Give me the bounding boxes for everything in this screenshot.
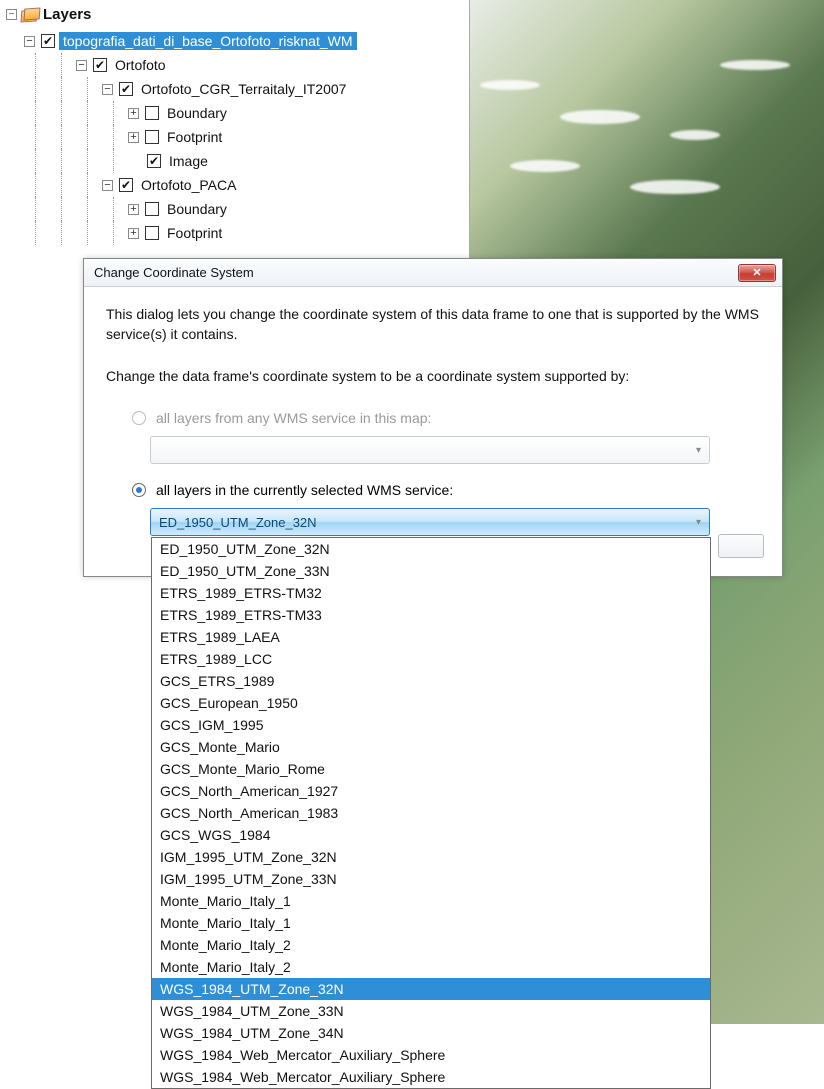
expand-toggle[interactable]: + [128,228,139,239]
radio-selected-service[interactable] [132,483,146,497]
dialog-title: Change Coordinate System [94,265,738,280]
expand-toggle[interactable]: + [128,204,139,215]
crs-option[interactable]: WGS_1984_UTM_Zone_32N [152,978,710,1000]
crs-option[interactable]: ETRS_1989_ETRS-TM32 [152,582,710,604]
layer-paca-footprint[interactable]: Footprint [163,224,226,242]
expand-toggle[interactable]: − [24,36,35,47]
crs-option[interactable]: Monte_Mario_Italy_2 [152,956,710,978]
expand-toggle[interactable]: − [102,84,113,95]
layer-paca-boundary[interactable]: Boundary [163,200,231,218]
crs-dropdown[interactable]: ED_1950_UTM_Zone_32NED_1950_UTM_Zone_33N… [151,537,711,1089]
crs-option[interactable]: GCS_Monte_Mario_Rome [152,758,710,780]
layer-footprint[interactable]: Footprint [163,128,226,146]
layer-checkbox[interactable] [93,58,107,72]
label-all-services: all layers from any WMS service in this … [156,410,431,426]
layer-ortofoto[interactable]: Ortofoto [111,56,170,74]
expand-toggle[interactable]: + [128,108,139,119]
combo-value: ED_1950_UTM_Zone_32N [159,515,317,530]
dialog-prompt: Change the data frame's coordinate syste… [106,368,760,384]
chevron-down-icon: ▾ [696,445,701,456]
expand-toggle[interactable]: − [102,180,113,191]
crs-option[interactable]: GCS_North_American_1927 [152,780,710,802]
dialog-intro: This dialog lets you change the coordina… [106,305,760,344]
crs-option[interactable]: ETRS_1989_ETRS-TM33 [152,604,710,626]
layer-checkbox[interactable] [41,34,55,48]
change-crs-dialog: Change Coordinate System ✕ This dialog l… [83,258,783,577]
combo-selected-service[interactable]: ED_1950_UTM_Zone_32N ▾ ED_1950_UTM_Zone_… [150,508,710,536]
crs-option[interactable]: ETRS_1989_LAEA [152,626,710,648]
label-selected-service: all layers in the currently selected WMS… [156,482,453,498]
radio-all-services [132,411,146,425]
crs-option[interactable]: GCS_WGS_1984 [152,824,710,846]
crs-option[interactable]: ED_1950_UTM_Zone_33N [152,560,710,582]
expand-toggle[interactable]: − [76,60,87,71]
dialog-button-edge[interactable] [718,534,764,558]
layers-title: Layers [43,6,91,23]
crs-option[interactable]: GCS_North_American_1983 [152,802,710,824]
combo-all-services: ▾ [150,436,710,464]
crs-option[interactable]: Monte_Mario_Italy_2 [152,934,710,956]
crs-option[interactable]: GCS_Monte_Mario [152,736,710,758]
crs-option[interactable]: WGS_1984_UTM_Zone_34N [152,1022,710,1044]
chevron-down-icon: ▾ [696,517,701,528]
crs-option[interactable]: GCS_IGM_1995 [152,714,710,736]
layer-root[interactable]: topografia_dati_di_base_Ortofoto_risknat… [59,32,357,50]
layer-boundary[interactable]: Boundary [163,104,231,122]
crs-option[interactable]: GCS_ETRS_1989 [152,670,710,692]
crs-option[interactable]: WGS_1984_UTM_Zone_33N [152,1000,710,1022]
layers-icon [21,8,39,22]
crs-option[interactable]: Monte_Mario_Italy_1 [152,890,710,912]
layer-checkbox[interactable] [145,106,159,120]
layer-tree: − topografia_dati_di_base_Ortofoto_riskn… [0,29,469,245]
layer-paca[interactable]: Ortofoto_PACA [137,176,240,194]
layer-checkbox[interactable] [145,226,159,240]
layer-checkbox[interactable] [119,82,133,96]
crs-option[interactable]: ED_1950_UTM_Zone_32N [152,538,710,560]
crs-option[interactable]: IGM_1995_UTM_Zone_33N [152,868,710,890]
close-button[interactable]: ✕ [738,264,776,282]
layer-checkbox[interactable] [147,154,161,168]
crs-option[interactable]: ETRS_1989_LCC [152,648,710,670]
layer-checkbox[interactable] [145,130,159,144]
layers-collapse-toggle[interactable]: − [6,9,17,20]
layer-checkbox[interactable] [119,178,133,192]
crs-option[interactable]: Monte_Mario_Italy_1 [152,912,710,934]
crs-option[interactable]: IGM_1995_UTM_Zone_32N [152,846,710,868]
expand-toggle[interactable]: + [128,132,139,143]
crs-option[interactable]: WGS_1984_Web_Mercator_Auxiliary_Sphere [152,1066,710,1088]
crs-option[interactable]: GCS_European_1950 [152,692,710,714]
layer-cgr[interactable]: Ortofoto_CGR_Terraitaly_IT2007 [137,80,350,98]
layer-checkbox[interactable] [145,202,159,216]
crs-option[interactable]: WGS_1984_Web_Mercator_Auxiliary_Sphere [152,1044,710,1066]
layer-image[interactable]: Image [165,152,212,170]
